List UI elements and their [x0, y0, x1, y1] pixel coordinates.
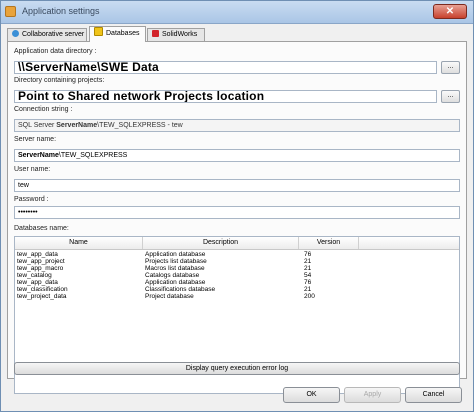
column-header-name[interactable]: Name	[15, 237, 143, 249]
databases-panel: Application data directory : \\ServerNam…	[7, 41, 467, 394]
tab-solidworks[interactable]: SolidWorks	[147, 28, 205, 41]
connection-string-label: Connection string :	[14, 106, 73, 113]
connection-prefix: SQL Server	[18, 122, 57, 129]
app-data-dir-browse-button[interactable]: ...	[441, 61, 460, 74]
user-name-label: User name:	[14, 166, 51, 173]
server-name-suffix: \TEW_SQLEXPRESS	[58, 152, 128, 159]
app-data-dir-field[interactable]: \\ServerName\SWE Data	[14, 61, 437, 74]
cell-name: tew_app_project	[17, 258, 65, 265]
application-settings-window: Application settings ✕ Collaborative ser…	[0, 0, 474, 412]
cell-description: Macros list database	[145, 265, 205, 272]
tab-collaborative-server[interactable]: Collaborative server	[7, 28, 87, 41]
cell-version: 54	[304, 272, 312, 279]
table-row[interactable]: tew_catalog Catalogs database 54	[15, 272, 459, 279]
server-name-field[interactable]: ServerName\TEW_SQLEXPRESS	[14, 149, 460, 162]
cell-description: Catalogs database	[145, 272, 200, 279]
tab-databases[interactable]: Databases	[89, 26, 146, 42]
cancel-button[interactable]: Cancel	[405, 387, 462, 403]
app-data-dir-label: Application data directory :	[14, 48, 97, 55]
password-label: Password :	[14, 196, 49, 203]
cell-version: 200	[304, 293, 315, 300]
window-title: Application settings	[22, 6, 100, 16]
database-icon	[94, 27, 103, 36]
cell-name: tew_app_macro	[17, 265, 64, 272]
display-query-log-button[interactable]: Display query execution error log	[14, 362, 460, 375]
databases-name-label: Databases name:	[14, 225, 69, 232]
ok-button[interactable]: OK	[283, 387, 340, 403]
server-name-bold: ServerName	[18, 152, 59, 159]
cell-name: tew_app_data	[17, 279, 58, 286]
connection-server-name: ServerName	[56, 122, 98, 129]
cell-version: 76	[304, 279, 312, 286]
projects-dir-field[interactable]: Point to Shared network Projects locatio…	[14, 90, 437, 103]
cell-version: 76	[304, 251, 312, 258]
projects-dir-label: Directory containing projects:	[14, 77, 105, 84]
connection-string-field[interactable]: SQL Server ServerName\TEW_SQLEXPRESS - t…	[14, 119, 460, 132]
close-button[interactable]: ✕	[433, 4, 467, 19]
cell-description: Application database	[145, 279, 206, 286]
user-name-field[interactable]: tew	[14, 179, 460, 192]
tab-label: Databases	[106, 30, 140, 37]
app-icon	[5, 6, 16, 17]
cell-version: 21	[304, 265, 312, 272]
cell-name: tew_classification	[17, 286, 68, 293]
solidworks-icon	[152, 30, 159, 37]
tab-label: SolidWorks	[162, 31, 198, 38]
table-row[interactable]: tew_app_macro Macros list database 21	[15, 265, 459, 272]
cell-description: Classifications database	[145, 286, 216, 293]
password-field[interactable]: ••••••••	[14, 206, 460, 219]
table-row[interactable]: tew_app_data Application database 76	[15, 251, 459, 258]
title-bar[interactable]: Application settings ✕	[1, 1, 473, 24]
table-row[interactable]: tew_project_data Project database 200	[15, 293, 459, 300]
column-header-version[interactable]: Version	[299, 237, 359, 249]
cell-name: tew_catalog	[17, 272, 52, 279]
table-row[interactable]: tew_app_data Application database 76	[15, 279, 459, 286]
projects-dir-browse-button[interactable]: ...	[441, 90, 460, 103]
cell-description: Projects list database	[145, 258, 207, 265]
cell-description: Project database	[145, 293, 194, 300]
cell-name: tew_app_data	[17, 251, 58, 258]
cell-name: tew_project_data	[17, 293, 67, 300]
databases-list-header: Name Description Version	[15, 237, 459, 250]
collaborative-server-icon	[12, 30, 19, 37]
cell-version: 21	[304, 286, 312, 293]
server-name-label: Server name:	[14, 136, 57, 143]
table-row[interactable]: tew_app_project Projects list database 21	[15, 258, 459, 265]
cell-description: Application database	[145, 251, 206, 258]
apply-button[interactable]: Apply	[344, 387, 401, 403]
cell-version: 21	[304, 258, 312, 265]
column-header-description[interactable]: Description	[143, 237, 299, 249]
table-row[interactable]: tew_classification Classifications databa…	[15, 286, 459, 293]
connection-suffix: \TEW_SQLEXPRESS - tew	[97, 122, 183, 129]
tab-label: Collaborative server	[22, 31, 85, 38]
